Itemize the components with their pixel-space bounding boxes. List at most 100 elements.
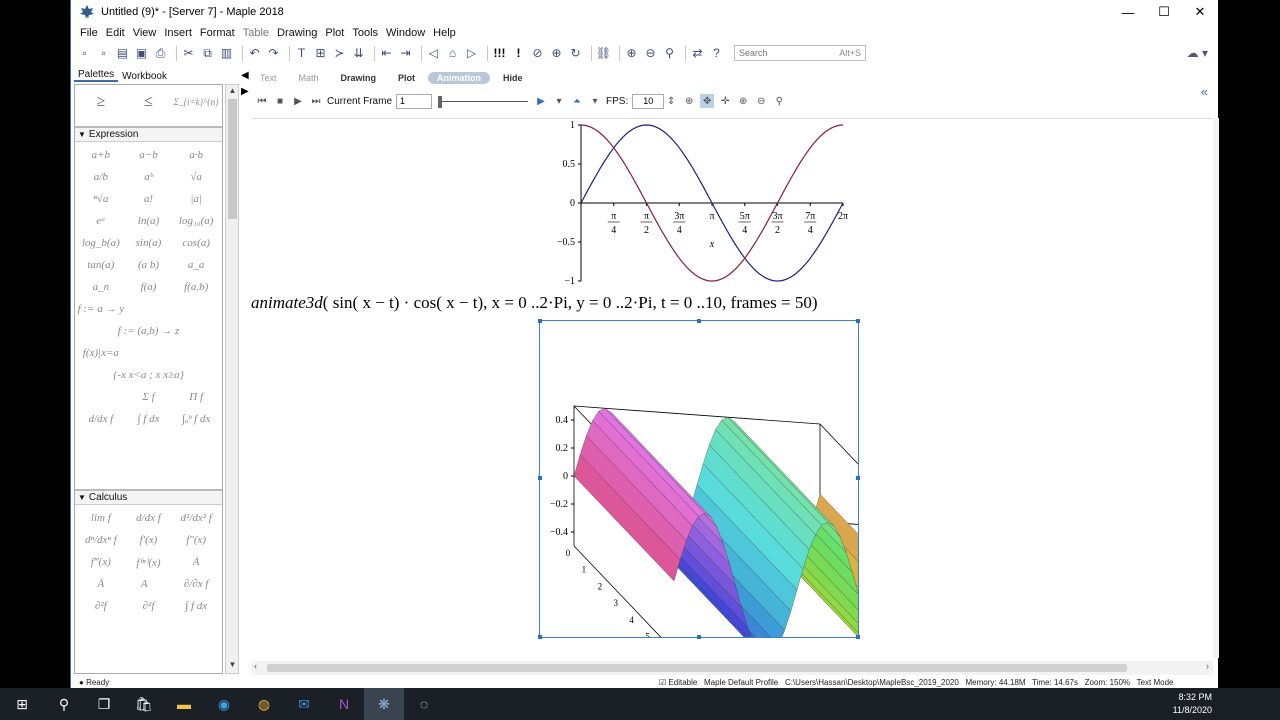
vertical-scrollbar[interactable] [1213, 118, 1219, 658]
palette-item[interactable]: d/dx f [125, 507, 173, 529]
palette-item[interactable]: ∂²f [77, 595, 125, 617]
scroll-up-icon[interactable]: ▲ [227, 86, 238, 98]
palette-item[interactable]: f‴(x) [77, 551, 125, 573]
horizontal-scrollbar[interactable]: ‹ › [251, 661, 1213, 675]
animate3d-command[interactable]: animate3d( sin( x − t) · cos( x − t), x … [251, 293, 951, 319]
search-icon[interactable]: ⚲ [44, 688, 84, 720]
resize-handle[interactable] [856, 476, 860, 480]
palette-scrollbar[interactable]: ▲ ▼ [225, 84, 239, 674]
paste-icon[interactable]: ▥ [219, 46, 234, 61]
palette-item[interactable]: a−b [125, 144, 173, 166]
menu-plot[interactable]: Plot [321, 27, 348, 39]
indent-icon[interactable]: ⇤ [379, 46, 394, 61]
scroll-thumb[interactable] [228, 99, 237, 219]
next-frame-icon[interactable]: ⏭ [309, 94, 323, 108]
zoom-icon[interactable]: ⚲ [662, 46, 677, 61]
new-worksheet-icon[interactable]: ▫ [96, 46, 111, 61]
math-mode-icon[interactable]: ⊞ [313, 46, 328, 61]
palette-item[interactable]: aᵇ [125, 166, 173, 188]
palette-item[interactable]: eᵃ [77, 210, 125, 232]
undo-icon[interactable]: ↶ [247, 46, 262, 61]
cloud-icon[interactable]: ☁ ▾ [1187, 46, 1208, 60]
execution-group-icon[interactable]: ≻ [332, 46, 347, 61]
palette-item[interactable]: f := (a,b) → z [77, 320, 220, 342]
cut-icon[interactable]: ✂ [181, 46, 196, 61]
home-icon[interactable]: ⌂ [445, 46, 460, 61]
sin-cos-plot[interactable]: 1 0.5 0 −0.5 −1 π 4 π 2 3π 4 π 5π 4 3π 2 7π 4 2π x [541, 119, 871, 289]
search-input[interactable] [739, 48, 819, 58]
text-mode-icon[interactable]: T [294, 46, 309, 61]
zoom-out-plot-icon[interactable]: ⊖ [754, 94, 768, 108]
fps-input[interactable] [632, 93, 665, 109]
copy-icon[interactable]: ⧉ [200, 46, 215, 61]
palette-item[interactable]: Σ f [125, 386, 173, 408]
scroll-left-icon[interactable]: ‹ [254, 661, 257, 671]
execute-icon[interactable]: ! [511, 46, 526, 61]
close-button[interactable]: ✕ [1182, 0, 1218, 24]
restart-icon[interactable]: ↻ [568, 46, 583, 61]
palette-item[interactable]: log_b(a) [77, 232, 125, 254]
forward-direction-icon[interactable]: ▶ [534, 94, 548, 108]
animation-plot[interactable]: 0.40.20−0.2−0.401234566543210yx [538, 319, 921, 658]
context-tab-hide[interactable]: Hide [494, 72, 532, 84]
app-taskbar-icon[interactable]: ◌ [404, 688, 444, 720]
task-view-icon[interactable]: ❐ [84, 688, 124, 720]
scale-icon[interactable]: ⚲ [772, 94, 786, 108]
menu-drawing[interactable]: Drawing [273, 27, 321, 39]
palette-item[interactable]: log₁₀(a) [172, 210, 220, 232]
editable-checkbox[interactable]: ☑ [659, 678, 666, 687]
collapse-sidebar-icon[interactable]: ◀ [241, 70, 251, 84]
menu-format[interactable]: Format [196, 27, 239, 39]
resize-handle[interactable] [856, 635, 860, 639]
resize-handle[interactable] [856, 319, 860, 323]
zoom-out-icon[interactable]: ⊖ [643, 46, 658, 61]
resize-handle[interactable] [538, 319, 542, 323]
palette-item[interactable]: ∂²f [125, 595, 173, 617]
frame-slider[interactable] [438, 94, 529, 109]
worksheet[interactable]: 1 0.5 0 −0.5 −1 π 4 π 2 3π 4 π 5π 4 3π 2 7π 4 2π x animate3… [251, 118, 1213, 658]
loop-mode-icon[interactable]: ⏶ [570, 94, 584, 108]
palette-item[interactable]: f′(x) [125, 529, 173, 551]
print-icon[interactable]: ⎙ [153, 46, 168, 61]
current-frame-input[interactable] [396, 93, 433, 109]
move-icon[interactable]: ✛ [718, 94, 732, 108]
palette-item[interactable]: ∫ₐᵇ f dx [172, 408, 220, 430]
menu-table[interactable]: Table [239, 27, 273, 39]
menu-help[interactable]: Help [429, 27, 460, 39]
calculus-section-header[interactable]: ▼ Calculus [75, 490, 222, 505]
open-icon[interactable]: ▤ [115, 46, 130, 61]
palette-item[interactable]: d²/dx² f [172, 507, 220, 529]
direction-dropdown-icon[interactable]: ▾ [552, 94, 566, 108]
resize-handle[interactable] [697, 319, 701, 323]
palette-item[interactable]: f⁽ⁿ⁾(x) [125, 551, 173, 573]
palette-item[interactable]: {-x x<a ; x x≥a} [77, 364, 220, 386]
mail-icon[interactable]: ✉ [284, 688, 324, 720]
palette-item[interactable] [77, 386, 125, 408]
play-icon[interactable]: ▶ [291, 94, 305, 108]
back-icon[interactable]: ◁ [426, 46, 441, 61]
stop-icon[interactable]: ⊘ [530, 46, 545, 61]
toggle-icon[interactable]: ⇄ [690, 46, 705, 61]
palette-item[interactable]: tan(a) [77, 254, 125, 276]
pan-icon[interactable]: ✥ [700, 94, 715, 108]
resize-handle[interactable] [538, 476, 542, 480]
context-tab-plot[interactable]: Plot [389, 72, 424, 84]
maximize-button[interactable]: ☐ [1146, 0, 1182, 24]
palette-item[interactable]: a/b [77, 166, 125, 188]
redo-icon[interactable]: ↷ [266, 46, 281, 61]
palette-item[interactable]: √a [172, 166, 220, 188]
palette-item[interactable]: ≥ [77, 91, 125, 113]
palette-item[interactable]: ln(a) [125, 210, 173, 232]
edge-icon[interactable]: ◉ [204, 688, 244, 720]
palette-item[interactable]: cos(a) [172, 232, 220, 254]
palette-item[interactable]: f″(x) [172, 529, 220, 551]
save-icon[interactable]: ▣ [134, 46, 149, 61]
execute-all-icon[interactable]: !!! [492, 46, 507, 61]
context-tab-text[interactable]: Text [251, 72, 286, 84]
palette-item[interactable]: f := a → y [77, 298, 125, 320]
menu-insert[interactable]: Insert [160, 27, 196, 39]
stop-icon[interactable]: ■ [273, 94, 287, 108]
loop-dropdown-icon[interactable]: ▾ [588, 94, 602, 108]
collapse-right-panel-icon[interactable]: « [1201, 84, 1208, 99]
palette-item[interactable]: dⁿ/dxⁿ f [77, 529, 125, 551]
